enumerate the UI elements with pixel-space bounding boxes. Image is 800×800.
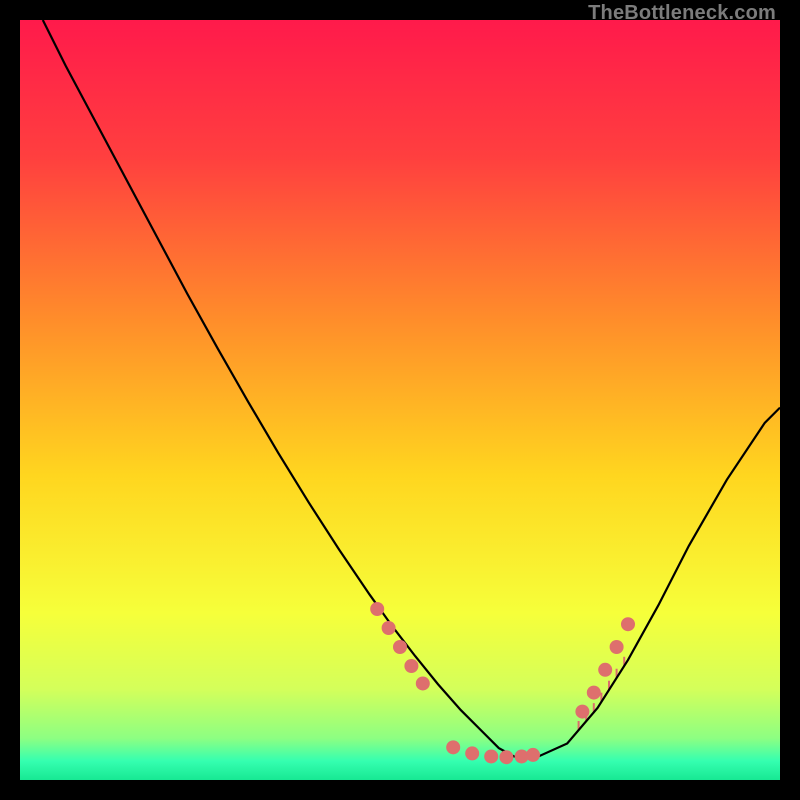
chart-svg <box>20 20 780 780</box>
watermark-label: TheBottleneck.com <box>588 2 776 25</box>
gradient-background <box>20 20 780 780</box>
chart-frame <box>20 20 780 780</box>
